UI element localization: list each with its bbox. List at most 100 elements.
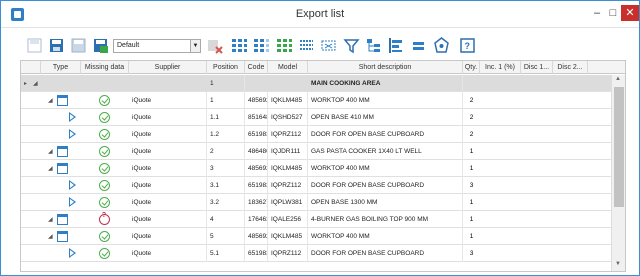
collapse-icon[interactable]: ◢ — [48, 233, 53, 240]
description-cell: GAS PASTA COOKER 1X40 LT WELL — [308, 143, 463, 160]
code-cell: 651983 — [245, 126, 268, 143]
position-cell: 3 — [207, 160, 245, 177]
code-cell: 485692 — [245, 228, 268, 245]
header-missing-data[interactable]: Missing data — [81, 61, 129, 74]
check-icon — [99, 95, 110, 106]
table-row[interactable]: iQuote 5.1 651983 IQPRZ112 DOOR FOR OPEN BAS… — [21, 245, 611, 262]
supplier-cell: iQuote — [129, 92, 207, 109]
supplier-cell: iQuote — [129, 228, 207, 245]
code-cell: 486486 — [245, 143, 268, 160]
table-row[interactable]: ◢ iQuote 3 485692 IQKLM485 WORKTOP 400 MM 1 — [21, 160, 611, 177]
qty-cell[interactable]: 1 — [463, 160, 480, 177]
scroll-down-icon[interactable]: ▼ — [615, 261, 621, 267]
collapse-icon[interactable]: ◢ — [48, 97, 53, 104]
model-cell: IQKLM485 — [268, 92, 308, 109]
position-cell: 1 — [207, 75, 245, 92]
collapse-icon[interactable]: ◢ — [33, 80, 38, 87]
qty-cell[interactable]: 1 — [463, 228, 480, 245]
position-cell: 2 — [207, 143, 245, 160]
qty-cell[interactable]: 3 — [463, 177, 480, 194]
copy-layout-icon[interactable] — [70, 37, 87, 54]
qty-cell[interactable]: 3 — [463, 245, 480, 262]
expand-icon[interactable]: ▸ — [24, 80, 27, 87]
door-icon — [69, 112, 76, 122]
window-title: Export list — [295, 8, 345, 20]
header-inc-1[interactable]: Inc. 1 (%) — [480, 61, 521, 74]
check-icon — [99, 112, 110, 123]
cabinet-icon — [57, 231, 68, 242]
check-icon — [99, 197, 110, 208]
position-cell: 3.2 — [207, 194, 245, 211]
save-layout-icon[interactable] — [26, 37, 43, 54]
table-row[interactable]: ◢ iQuote 1 485692 IQKLM485 WORKTOP 400 MM 2 — [21, 92, 611, 109]
qty-cell[interactable]: 2 — [463, 92, 480, 109]
group-row[interactable]: ▸ ◢ 1 MAIN COOKING AREA — [21, 75, 611, 92]
model-cell: IQPLW381 — [268, 194, 308, 211]
table-row[interactable]: ◢ iQuote 5 485692 IQKLM485 WORKTOP 400 MM 1 — [21, 228, 611, 245]
expand-all-icon[interactable] — [231, 37, 248, 54]
layout-select-value: Default — [117, 42, 140, 49]
align-left-icon[interactable] — [387, 37, 404, 54]
supplier-cell: iQuote — [129, 245, 207, 262]
scroll-up-icon[interactable]: ▲ — [615, 76, 621, 82]
header-qty[interactable]: Qty. — [463, 61, 480, 74]
collapse-icon[interactable]: ◢ — [48, 216, 53, 223]
align-center-icon[interactable] — [410, 37, 427, 54]
minimize-button[interactable]: – — [589, 5, 605, 21]
tree-icon[interactable] — [365, 37, 382, 54]
collapse-all-icon[interactable] — [253, 37, 270, 54]
header-position[interactable]: Position — [207, 61, 245, 74]
collapse-icon[interactable]: ◢ — [48, 165, 53, 172]
maximize-button[interactable]: □ — [605, 5, 621, 21]
table-row[interactable]: iQuote 1.1 851648 IQSHD527 OPEN BASE 410 MM 2 — [21, 109, 611, 126]
close-button[interactable]: ✕ — [621, 5, 639, 21]
table-row[interactable]: iQuote 3.2 183627 IQPLW381 OPEN BASE 1300 MM… — [21, 194, 611, 211]
position-cell: 1.1 — [207, 109, 245, 126]
filter-icon[interactable] — [343, 37, 360, 54]
delete-layout-icon[interactable] — [206, 37, 223, 54]
position-cell: 1 — [207, 92, 245, 109]
table-row[interactable]: iQuote 3.1 651983 IQPRZ112 DOOR FOR OPEN BAS… — [21, 177, 611, 194]
scrollbar-thumb[interactable] — [614, 87, 624, 207]
qty-cell[interactable]: 1 — [463, 143, 480, 160]
export-icon[interactable] — [433, 37, 450, 54]
check-icon — [99, 180, 110, 191]
help-icon[interactable]: ? — [459, 37, 476, 54]
save-as-icon[interactable] — [48, 37, 65, 54]
door-icon — [69, 248, 76, 258]
table-row[interactable]: iQuote 1.2 651983 IQPRZ112 DOOR FOR OPEN BAS… — [21, 126, 611, 143]
header-disc-2[interactable]: Disc 2... — [553, 61, 588, 74]
column-chooser-icon[interactable] — [298, 37, 315, 54]
qty-cell[interactable]: 2 — [463, 109, 480, 126]
cabinet-icon — [57, 95, 68, 106]
description-cell: 4-BURNER GAS BOILING TOP 900 MM — [308, 211, 463, 228]
header-model[interactable]: Model — [268, 61, 308, 74]
header-short-description[interactable]: Short description — [308, 61, 463, 74]
collapse-icon[interactable]: ◢ — [48, 148, 53, 155]
qty-cell[interactable]: 1 — [463, 211, 480, 228]
vertical-scrollbar[interactable]: ▲ ▼ — [611, 75, 625, 271]
supplier-cell: iQuote — [129, 160, 207, 177]
table-row[interactable]: ◢ iQuote 2 486486 IQJDR111 GAS PASTA COOKER 1… — [21, 143, 611, 160]
qty-cell[interactable]: 2 — [463, 126, 480, 143]
export-grid: Type Missing data Supplier Position Code… — [20, 60, 626, 272]
model-cell: IQPRZ112 — [268, 177, 308, 194]
layout-select[interactable]: Default ▼ — [113, 39, 201, 53]
code-cell: 851648 — [245, 109, 268, 126]
header-disc-1[interactable]: Disc 1... — [521, 61, 553, 74]
group-icon[interactable] — [320, 37, 337, 54]
code-cell: 485692 — [245, 160, 268, 177]
header-code[interactable]: Code — [245, 61, 268, 74]
header-type[interactable]: Type — [41, 61, 81, 74]
title-bar: Export list – □ ✕ — [1, 1, 639, 28]
check-icon — [99, 146, 110, 157]
check-icon — [99, 163, 110, 174]
chevron-down-icon: ▼ — [190, 40, 200, 52]
table-row[interactable]: ◢ iQuote4176463IQALE2564-BURNER GAS BOILI… — [21, 211, 611, 228]
select-columns-icon[interactable] — [276, 37, 293, 54]
header-supplier[interactable]: Supplier — [129, 61, 207, 74]
qty-cell[interactable]: 1 — [463, 194, 480, 211]
print-icon[interactable] — [92, 37, 109, 54]
supplier-cell: iQuote — [129, 211, 207, 228]
supplier-cell: iQuote — [129, 194, 207, 211]
